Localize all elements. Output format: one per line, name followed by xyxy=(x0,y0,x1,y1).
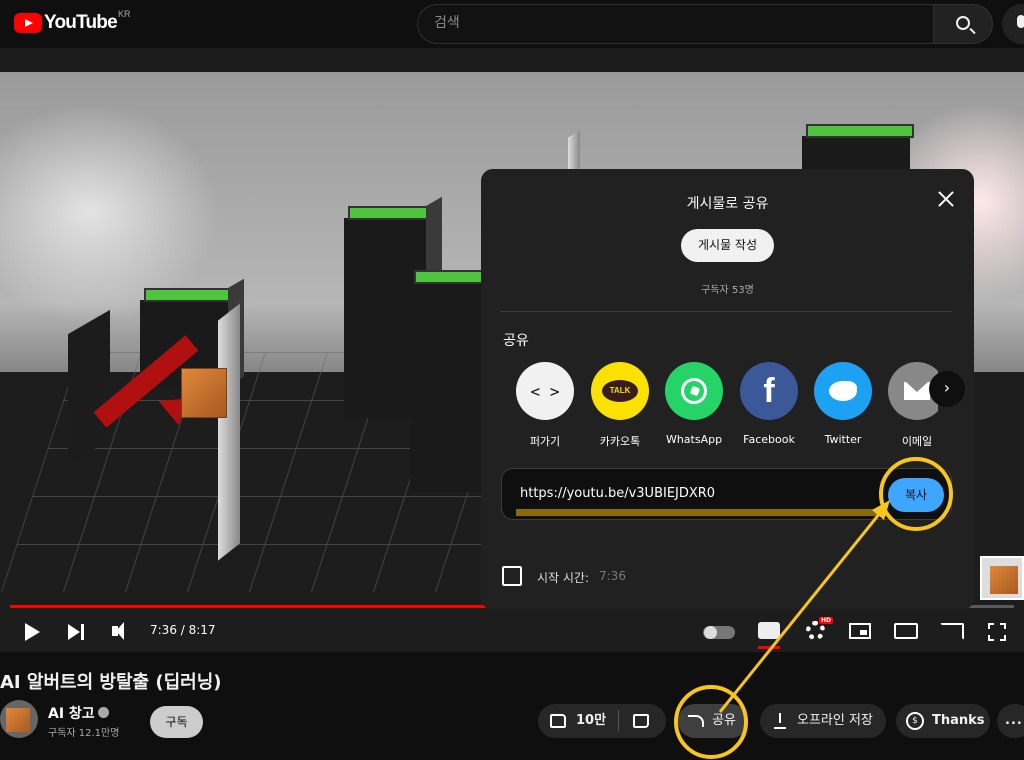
video-divider-wall xyxy=(218,303,240,561)
like-count[interactable]: 10만 xyxy=(576,704,606,738)
start-time-label: 시작 시간: xyxy=(537,571,590,585)
share-target-facebook[interactable]: f Facebook xyxy=(732,362,806,446)
download-icon xyxy=(774,713,786,729)
thumbs-up-icon[interactable] xyxy=(550,714,566,728)
start-time-value: 7:36 xyxy=(599,569,626,583)
channel-name[interactable]: AI 창고 xyxy=(48,703,95,723)
youtube-watch-page: YouTube KR 7:3 xyxy=(0,0,1024,760)
search-button[interactable] xyxy=(933,4,993,44)
verified-icon xyxy=(98,707,109,718)
download-button-label: 오프라인 저장 xyxy=(797,713,873,728)
embed-icon: < > xyxy=(516,362,574,420)
copy-highlight-ring xyxy=(879,457,953,531)
close-icon[interactable] xyxy=(936,189,956,209)
avatar[interactable] xyxy=(0,700,38,738)
microphone-icon xyxy=(1017,15,1024,28)
more-icon: ... xyxy=(1005,713,1023,728)
divider xyxy=(618,710,619,732)
kakaotalk-icon: TALK xyxy=(591,362,649,420)
youtube-play-icon xyxy=(14,13,42,33)
share-target-embed[interactable]: < > 퍼가기 xyxy=(508,362,582,449)
dialog-title: 게시물로 공유 xyxy=(686,196,769,212)
share-target-label: Facebook xyxy=(743,433,795,446)
play-icon[interactable] xyxy=(25,623,40,641)
thanks-button[interactable]: $ Thanks xyxy=(896,704,990,738)
download-button[interactable]: 오프라인 저장 xyxy=(760,704,886,738)
country-code: KR xyxy=(118,9,131,19)
logo-wordmark: YouTube xyxy=(44,12,118,33)
next-icon[interactable] xyxy=(68,624,84,640)
video-orange-cube xyxy=(181,368,227,418)
share-target-email[interactable]: 이메일 xyxy=(880,362,938,449)
video-left-wall xyxy=(68,309,110,465)
create-post-button[interactable]: 게시물 작성 xyxy=(681,229,774,262)
hd-badge: HD xyxy=(819,617,834,624)
share-target-label: 카카오톡 xyxy=(599,435,641,448)
divider xyxy=(501,311,952,312)
volume-icon[interactable] xyxy=(112,622,124,640)
share-target-whatsapp[interactable]: WhatsApp xyxy=(657,362,731,446)
search-input[interactable] xyxy=(434,15,914,31)
masthead: YouTube KR xyxy=(0,0,1024,48)
share-section-label: 공유 xyxy=(503,333,529,349)
thanks-button-label: Thanks xyxy=(932,713,985,728)
video-title: AI 알버트의 방탈출 (딥러닝) xyxy=(0,672,222,693)
subtitles-icon[interactable] xyxy=(758,622,780,649)
cast-icon[interactable] xyxy=(940,623,964,640)
time-display: 7:36 / 8:17 xyxy=(150,623,216,637)
youtube-logo[interactable]: YouTube KR xyxy=(14,9,131,34)
search-box xyxy=(417,4,933,44)
share-dialog: 게시물로 공유 게시물 작성 구독자 53명 공유 < > 퍼가기 TALK 카… xyxy=(481,169,974,610)
chevron-right-icon[interactable]: › xyxy=(929,371,965,407)
player-controls: 7:36 / 8:17 HD xyxy=(0,612,1024,652)
share-target-label: WhatsApp xyxy=(665,433,723,446)
subscribe-button[interactable]: 구독 xyxy=(150,706,203,738)
fullscreen-icon[interactable] xyxy=(988,623,1006,641)
endscreen-thumbnail[interactable] xyxy=(980,556,1024,600)
autoplay-toggle[interactable] xyxy=(703,626,735,639)
channel-subscribers: 구독자 12.1만명 xyxy=(48,728,120,739)
whatsapp-icon xyxy=(665,362,723,420)
share-target-label: 퍼가기 xyxy=(529,435,561,448)
share-target-label: 이메일 xyxy=(901,435,933,448)
start-time-checkbox[interactable] xyxy=(502,566,522,586)
thanks-dollar-icon: $ xyxy=(906,712,924,730)
share-targets: < > 퍼가기 TALK 카카오톡 WhatsApp f Facebook Tw… xyxy=(508,362,938,452)
thumbs-down-icon[interactable] xyxy=(633,714,649,728)
theater-mode-icon[interactable] xyxy=(894,623,918,639)
share-target-label: Twitter xyxy=(824,433,862,446)
like-dislike-group: 10만 xyxy=(538,704,666,738)
twitter-icon xyxy=(814,362,872,420)
share-target-kakaotalk[interactable]: TALK 카카오톡 xyxy=(583,362,657,449)
miniplayer-icon[interactable] xyxy=(849,623,871,639)
more-actions-button[interactable]: ... xyxy=(997,704,1024,738)
share-highlight-ring xyxy=(674,685,748,759)
facebook-icon: f xyxy=(740,362,798,420)
share-target-twitter[interactable]: Twitter xyxy=(806,362,880,446)
search-icon xyxy=(956,16,970,30)
video-pillar xyxy=(410,270,488,492)
url-highlight xyxy=(516,509,886,516)
subscriber-count: 구독자 53명 xyxy=(701,285,754,296)
masthead-spacer xyxy=(0,48,1024,72)
voice-search-button[interactable] xyxy=(1002,4,1024,44)
share-url: https://youtu.be/v3UBIEJDXR0 xyxy=(520,486,716,501)
